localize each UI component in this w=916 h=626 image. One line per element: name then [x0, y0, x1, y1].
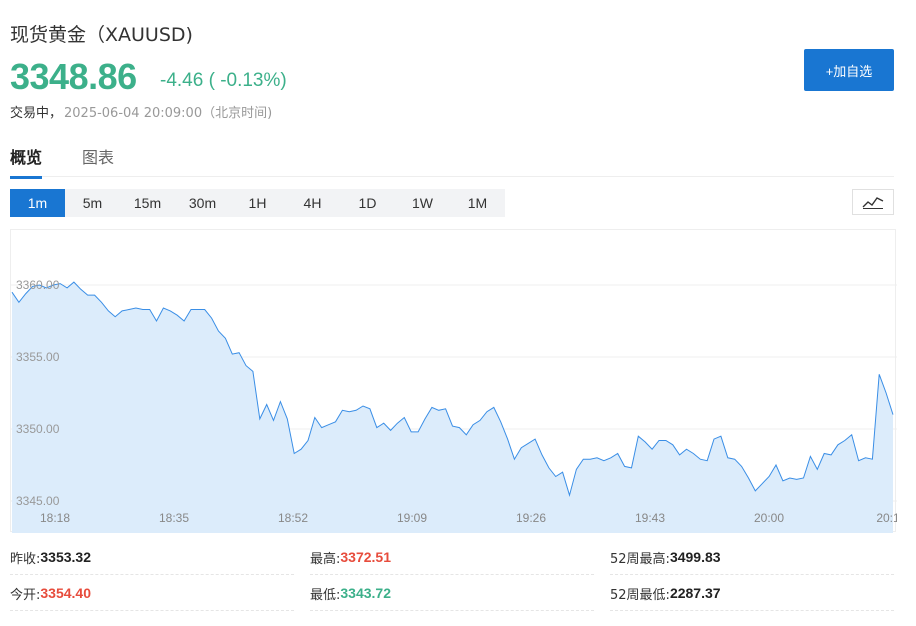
instrument-title: 现货黄金（XAUUSD) — [10, 24, 193, 46]
stat-value: 2287.37 — [669, 585, 721, 601]
stat-prev-close: 昨收: 3353.32 — [10, 540, 294, 575]
price-chart-svg: 3345.00 3350.00 3355.00 3360.00 18:18 18:35 18… — [11, 278, 897, 533]
stat-value: 3499.83 — [669, 549, 721, 565]
line-chart-icon — [862, 197, 884, 209]
stat-high: 最高: 3372.51 — [310, 540, 594, 575]
timestamp: 2025-06-04 20:09:00（北京时间) — [64, 106, 273, 121]
tab-bar: 概览 图表 — [10, 140, 894, 179]
x-tick-label: 18:35 — [159, 511, 189, 525]
stat-label: 昨收: — [10, 551, 41, 567]
stat-value: 3353.32 — [40, 549, 91, 565]
price-chart[interactable]: 3345.00 3350.00 3355.00 3360.00 18:18 18:35 18… — [10, 229, 897, 533]
x-tick-label: 19:09 — [397, 511, 427, 525]
chart-type-button[interactable] — [852, 189, 894, 215]
stat-value: 3343.72 — [340, 585, 391, 601]
y-tick-label: 3355.00 — [16, 350, 60, 364]
x-tick-label: 18:52 — [278, 511, 308, 525]
status-label: 交易中， — [10, 106, 63, 121]
add-to-watchlist-button[interactable]: +加自选 — [804, 49, 894, 91]
stat-label: 52周最高: — [610, 551, 670, 567]
interval-4h[interactable]: 4H — [285, 189, 340, 217]
y-tick-label: 3360.00 — [16, 278, 60, 292]
interval-15m[interactable]: 15m — [120, 189, 175, 217]
stat-label: 最低: — [310, 587, 341, 603]
stat-value: 3372.51 — [340, 549, 391, 565]
interval-1m[interactable]: 1m — [10, 189, 65, 217]
tab-chart[interactable]: 图表 — [82, 144, 114, 176]
interval-1w[interactable]: 1W — [395, 189, 450, 217]
x-tick-label: 19:26 — [516, 511, 546, 525]
y-tick-label: 3345.00 — [16, 494, 60, 508]
trading-status: 交易中， 2025-06-04 20:09:00（北京时间) — [10, 102, 272, 121]
series-area — [12, 282, 893, 533]
price-change: -4.46 ( -0.13%) — [160, 70, 287, 91]
tab-overview[interactable]: 概览 — [10, 144, 43, 179]
last-price: 3348.86 — [10, 56, 137, 97]
stat-52w-high: 52周最高: 3499.83 — [610, 540, 894, 575]
x-tick-label: 19:43 — [635, 511, 665, 525]
x-tick-label: 20:00 — [754, 511, 784, 525]
interval-5m[interactable]: 5m — [65, 189, 120, 217]
stat-label: 今开: — [10, 587, 41, 603]
stat-label: 最高: — [310, 551, 341, 567]
interval-1h[interactable]: 1H — [230, 189, 285, 217]
stat-value: 3354.40 — [40, 585, 91, 601]
y-tick-label: 3350.00 — [16, 422, 60, 436]
stat-low: 最低: 3343.72 — [310, 576, 594, 611]
x-tick-label: 20:1 — [876, 511, 897, 525]
interval-1mo[interactable]: 1M — [450, 189, 505, 217]
stat-label: 52周最低: — [610, 587, 670, 603]
x-tick-label: 18:18 — [40, 511, 70, 525]
interval-selector: 1m 5m 15m 30m 1H 4H 1D 1W 1M — [10, 189, 505, 217]
stat-52w-low: 52周最低: 2287.37 — [610, 576, 894, 611]
stat-open: 今开: 3354.40 — [10, 576, 294, 611]
interval-30m[interactable]: 30m — [175, 189, 230, 217]
interval-1d[interactable]: 1D — [340, 189, 395, 217]
